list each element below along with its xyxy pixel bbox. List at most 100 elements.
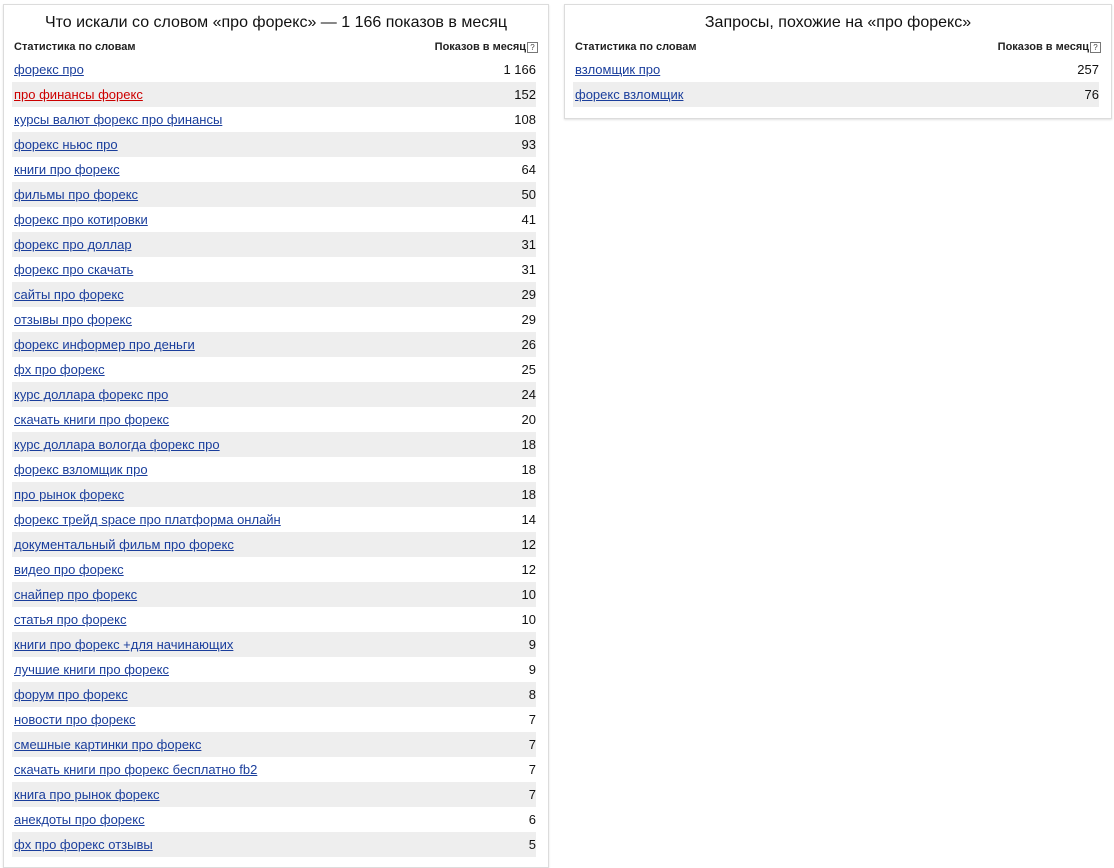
impression-count: 7 — [528, 762, 536, 777]
related-words-panel: Что искали со словом «про форекс» — 1 16… — [3, 4, 549, 868]
column-header: Статистика по словам Показов в месяц ? — [575, 41, 1101, 55]
impression-count: 64 — [521, 162, 536, 177]
keyword-link[interactable]: скачать книги про форекс — [14, 412, 169, 427]
keyword-link[interactable]: анекдоты про форекс — [14, 812, 145, 827]
keyword-link[interactable]: фх про форекс — [14, 362, 105, 377]
keyword-link[interactable]: форекс про скачать — [14, 262, 133, 277]
table-row: скачать книги про форекс бесплатно fb2 7 — [12, 757, 536, 782]
keyword-link[interactable]: про финансы форекс — [14, 87, 143, 102]
impression-count: 9 — [528, 662, 536, 677]
keyword-link[interactable]: видео про форекс — [14, 562, 124, 577]
table-row: анекдоты про форекс 6 — [12, 807, 536, 832]
table-row: про финансы форекс 152 — [12, 82, 536, 107]
impression-count: 7 — [528, 787, 536, 802]
table-row: скачать книги про форекс 20 — [12, 407, 536, 432]
table-row: форекс трейд space про платформа онлайн 1… — [12, 507, 536, 532]
column-header: Статистика по словам Показов в месяц ? — [14, 41, 538, 55]
keywords-column-label: Статистика по словам — [575, 41, 697, 53]
impression-count: 1 166 — [503, 62, 536, 77]
help-icon[interactable]: ? — [1090, 41, 1101, 53]
help-icon[interactable]: ? — [527, 41, 538, 53]
table-row: форекс взломщик 76 — [573, 82, 1099, 107]
impression-count: 29 — [521, 287, 536, 302]
keyword-link[interactable]: взломщик про — [575, 62, 660, 77]
keyword-link[interactable]: новости про форекс — [14, 712, 136, 727]
similar-queries-panel: Запросы, похожие на «про форекс» Статист… — [564, 4, 1112, 119]
keyword-link[interactable]: фильмы про форекс — [14, 187, 138, 202]
keyword-link[interactable]: форекс взломщик про — [14, 462, 148, 477]
keyword-link[interactable]: статья про форекс — [14, 612, 126, 627]
impression-count: 24 — [521, 387, 536, 402]
keyword-table: форекс про 1 166 про финансы форекс 152 курс… — [12, 57, 536, 857]
keyword-link[interactable]: форекс трейд space про платформа онлайн — [14, 512, 281, 527]
keyword-link[interactable]: документальный фильм про форекс — [14, 537, 234, 552]
keyword-link[interactable]: курс доллара вологда форекс про — [14, 437, 220, 452]
panel-title: Что искали со словом «про форекс» — 1 16… — [44, 14, 508, 31]
table-row: форекс взломщик про 18 — [12, 457, 536, 482]
table-row: форекс про доллар 31 — [12, 232, 536, 257]
keyword-link[interactable]: книги про форекс +для начинающих — [14, 637, 233, 652]
impression-count: 12 — [521, 537, 536, 552]
impression-count: 257 — [1077, 62, 1099, 77]
table-row: форекс информер про деньги 26 — [12, 332, 536, 357]
table-row: смешные картинки про форекс 7 — [12, 732, 536, 757]
table-row: форекс про скачать 31 — [12, 257, 536, 282]
table-row: книги про форекс 64 — [12, 157, 536, 182]
keyword-link[interactable]: форекс про котировки — [14, 212, 148, 227]
table-row: про рынок форекс 18 — [12, 482, 536, 507]
table-row: видео про форекс 12 — [12, 557, 536, 582]
table-row: фх про форекс 25 — [12, 357, 536, 382]
table-row: взломщик про 257 — [573, 57, 1099, 82]
keyword-link[interactable]: про рынок форекс — [14, 487, 124, 502]
impression-count: 8 — [528, 687, 536, 702]
table-row: фильмы про форекс 50 — [12, 182, 536, 207]
table-row: форекс про котировки 41 — [12, 207, 536, 232]
panel-title: Запросы, похожие на «про форекс» — [704, 14, 972, 31]
impression-count: 31 — [521, 262, 536, 277]
impression-count: 9 — [528, 637, 536, 652]
table-row: форекс ньюс про 93 — [12, 132, 536, 157]
table-row: курс доллара вологда форекс про 18 — [12, 432, 536, 457]
keyword-link[interactable]: форекс взломщик — [575, 87, 683, 102]
keyword-link[interactable]: форекс про — [14, 62, 84, 77]
impression-count: 41 — [521, 212, 536, 227]
impression-count: 25 — [521, 362, 536, 377]
table-row: курсы валют форекс про финансы 108 — [12, 107, 536, 132]
table-row: сайты про форекс 29 — [12, 282, 536, 307]
keyword-link[interactable]: сайты про форекс — [14, 287, 124, 302]
keyword-link[interactable]: смешные картинки про форекс — [14, 737, 201, 752]
keyword-link[interactable]: снайпер про форекс — [14, 587, 137, 602]
keyword-link[interactable]: форум про форекс — [14, 687, 128, 702]
keyword-link[interactable]: отзывы про форекс — [14, 312, 132, 327]
keyword-link[interactable]: лучшие книги про форекс — [14, 662, 169, 677]
impression-count: 6 — [528, 812, 536, 827]
keyword-link[interactable]: книга про рынок форекс — [14, 787, 160, 802]
table-row: статья про форекс 10 — [12, 607, 536, 632]
impression-count: 7 — [528, 737, 536, 752]
keyword-link[interactable]: книги про форекс — [14, 162, 120, 177]
impression-count: 10 — [521, 587, 536, 602]
table-row: книга про рынок форекс 7 — [12, 782, 536, 807]
impression-count: 26 — [521, 337, 536, 352]
keyword-link[interactable]: форекс ньюс про — [14, 137, 118, 152]
table-row: курс доллара форекс про 24 — [12, 382, 536, 407]
keyword-link[interactable]: форекс информер про деньги — [14, 337, 195, 352]
impression-count: 18 — [521, 437, 536, 452]
impression-count: 12 — [521, 562, 536, 577]
keyword-link[interactable]: курс доллара форекс про — [14, 387, 168, 402]
keyword-link[interactable]: скачать книги про форекс бесплатно fb2 — [14, 762, 257, 777]
impressions-column-text: Показов в месяц — [997, 41, 1089, 53]
table-row: новости про форекс 7 — [12, 707, 536, 732]
table-row: отзывы про форекс 29 — [12, 307, 536, 332]
impression-count: 7 — [528, 712, 536, 727]
impression-count: 5 — [528, 837, 536, 852]
impression-count: 18 — [521, 462, 536, 477]
table-row: лучшие книги про форекс 9 — [12, 657, 536, 682]
keyword-link[interactable]: форекс про доллар — [14, 237, 132, 252]
keyword-link[interactable]: фх про форекс отзывы — [14, 837, 153, 852]
impressions-column-label: Показов в месяц ? — [998, 41, 1101, 53]
impression-count: 20 — [521, 412, 536, 427]
impressions-column-label: Показов в месяц ? — [435, 41, 538, 53]
keyword-link[interactable]: курсы валют форекс про финансы — [14, 112, 222, 127]
impression-count: 93 — [521, 137, 536, 152]
